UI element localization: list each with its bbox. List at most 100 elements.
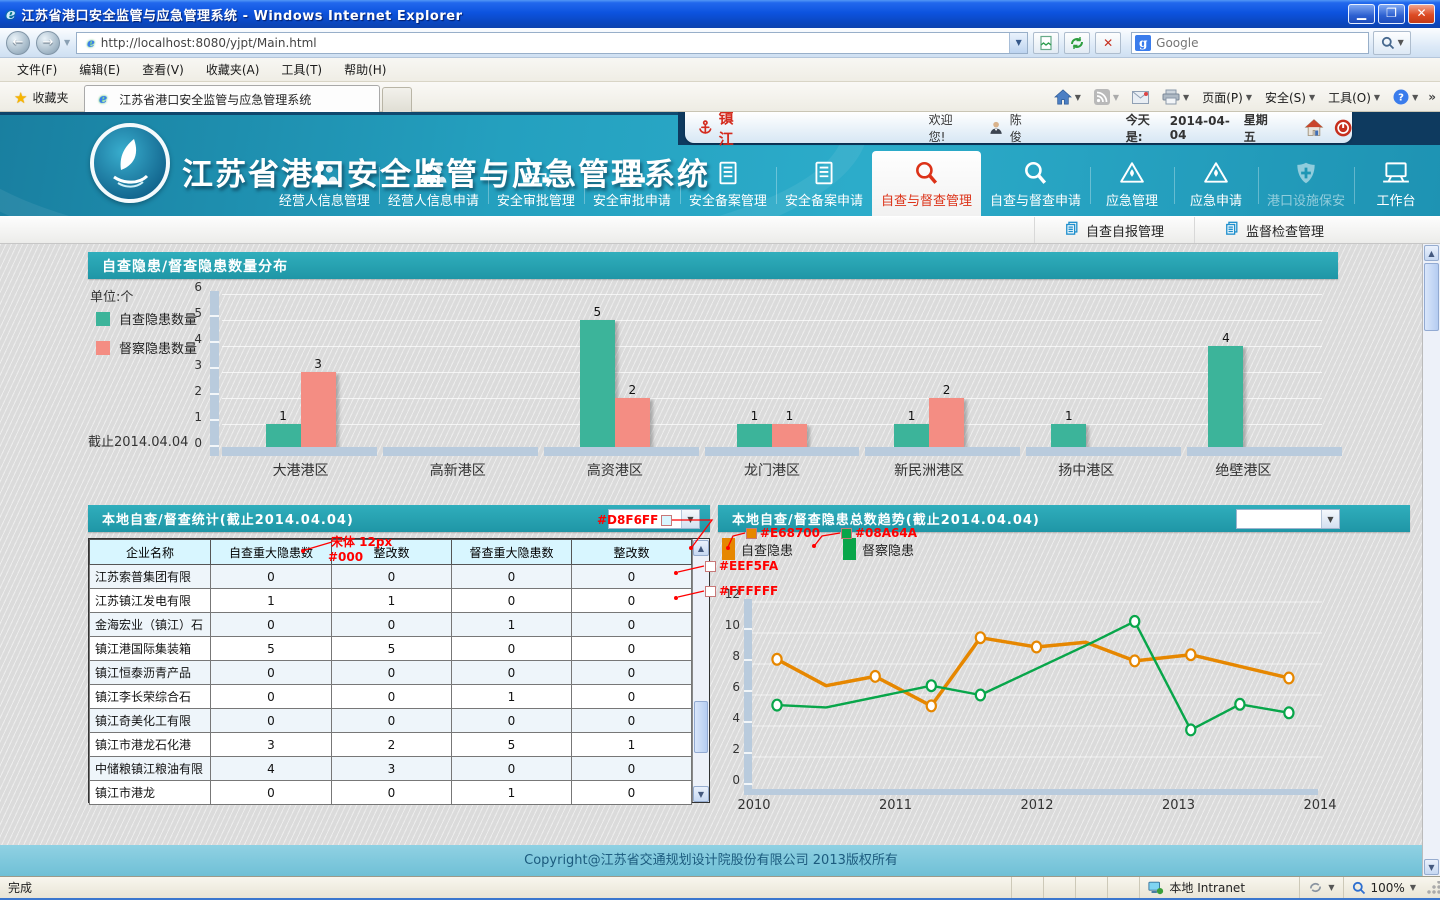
nav-item-3[interactable]: 安全审批管理 — [488, 155, 584, 216]
line-chart — [752, 599, 1322, 791]
minimize-button[interactable]: ▁ — [1348, 4, 1375, 24]
back-button[interactable]: ← — [6, 31, 30, 55]
nav-label: 港口设施保安 — [1267, 190, 1345, 209]
table-row[interactable]: 江苏镇江发电有限1100 — [90, 589, 692, 613]
table-filter-dropdown-icon[interactable]: ▼ — [681, 510, 699, 528]
value-cell: 1 — [211, 589, 332, 613]
help-button[interactable]: ? ▼ — [1390, 87, 1421, 107]
close-button[interactable]: ✕ — [1408, 4, 1435, 24]
bar-panel-title: 自查隐患/督查隐患数量分布 — [102, 256, 288, 276]
app-logo — [90, 123, 170, 203]
page-menu[interactable]: 页面(P)▼ — [1199, 87, 1255, 108]
status-bar: 完成 本地 Intranet ▼ 100% ▼ — [0, 876, 1440, 898]
bar-group: 1 — [1008, 294, 1165, 450]
search-dropdown-icon[interactable]: ▼ — [1398, 38, 1404, 47]
bar — [929, 398, 964, 450]
menu-item-2[interactable]: 编辑(E) — [68, 58, 131, 81]
browser-tab[interactable]: e 江苏省港口安全监管与应急管理系统 — [84, 85, 380, 112]
nav-item-1[interactable]: 经营人信息管理 — [270, 155, 379, 216]
table-row[interactable]: 镇江港国际集装箱5500 — [90, 637, 692, 661]
address-dropdown-button[interactable]: ▼ — [1009, 33, 1027, 53]
logout-icon[interactable] — [1334, 117, 1352, 139]
star-icon: ★ — [14, 89, 27, 107]
mail-button[interactable] — [1129, 89, 1152, 106]
home-button[interactable]: ▼ — [1051, 87, 1084, 107]
date-value: 2014-04-04 — [1170, 114, 1234, 142]
menu-bar: 文件(F)编辑(E)查看(V)收藏夹(A)工具(T)帮助(H) — [0, 58, 1440, 82]
menu-item-6[interactable]: 帮助(H) — [333, 58, 397, 81]
refresh-button[interactable] — [1064, 32, 1090, 54]
overflow-chevron-icon[interactable]: » — [1428, 90, 1436, 104]
protected-mode-button[interactable]: ▼ — [1299, 877, 1342, 898]
nav-item-7[interactable]: 自查与督查管理 — [872, 151, 981, 216]
design-annotation: #08A64A — [841, 526, 917, 540]
tools-menu[interactable]: 工具(O)▼ — [1325, 87, 1383, 108]
table-row[interactable]: 中储粮镇江粮油有限4300 — [90, 757, 692, 781]
compatibility-view-button[interactable] — [1033, 32, 1059, 54]
line-filter-select[interactable]: ▼ — [1236, 509, 1340, 529]
search-box[interactable]: g — [1131, 32, 1369, 54]
nav-item-4[interactable]: 安全审批申请 — [584, 155, 680, 216]
menu-item-5[interactable]: 工具(T) — [270, 58, 333, 81]
table-row[interactable]: 金海宏业（镇江）石0010 — [90, 613, 692, 637]
table-row[interactable]: 江苏索普集团有限0000 — [90, 565, 692, 589]
table-row[interactable]: 镇江奇美化工有限0000 — [90, 709, 692, 733]
value-cell: 0 — [332, 565, 452, 589]
submenu-item-1[interactable]: 自查自报管理 — [1034, 217, 1194, 243]
forward-button[interactable]: → — [36, 31, 60, 55]
bar-category-label: 高资港区 — [536, 460, 693, 480]
value-cell: 0 — [452, 589, 572, 613]
value-cell: 0 — [211, 565, 332, 589]
nav-label: 安全审批管理 — [497, 190, 575, 209]
nav-item-11[interactable]: 港口设施保安 — [1258, 155, 1354, 216]
search-input[interactable] — [1156, 36, 1368, 50]
page-scroll-down-icon[interactable]: ▼ — [1424, 859, 1439, 875]
line-filter-dropdown-icon[interactable]: ▼ — [1321, 510, 1339, 528]
menu-item-4[interactable]: 收藏夹(A) — [195, 58, 271, 81]
resize-grip[interactable] — [1426, 881, 1440, 895]
line-xtick: 2013 — [1158, 798, 1200, 813]
home-shortcut-icon[interactable] — [1304, 117, 1324, 139]
table-row[interactable]: 镇江李长荣综合石0010 — [90, 685, 692, 709]
title-bar: e 江苏省港口安全监管与应急管理系统 - Windows Internet Ex… — [0, 0, 1440, 28]
print-button[interactable]: ▼ — [1159, 87, 1192, 107]
address-input[interactable]: e http://localhost:8080/yjpt/Main.html ▼ — [76, 32, 1028, 54]
menu-item-1[interactable]: 文件(F) — [6, 58, 68, 81]
nav-item-2[interactable]: 经营人信息申请 — [379, 155, 488, 216]
table-scroll-down-icon[interactable]: ▼ — [693, 786, 709, 802]
favorites-button[interactable]: ★ 收藏夹 — [6, 86, 76, 109]
restore-button[interactable]: ❐ — [1378, 4, 1405, 24]
value-cell: 0 — [332, 781, 452, 805]
feeds-button[interactable]: ▼ — [1091, 87, 1122, 107]
history-dropdown-icon[interactable]: ▼ — [64, 38, 70, 47]
nav-label: 自查与督查申请 — [990, 190, 1081, 209]
search-button[interactable]: ▼ — [1373, 31, 1411, 55]
nav-item-12[interactable]: 工作台 — [1354, 155, 1438, 216]
stop-button[interactable]: ✕ — [1095, 32, 1121, 54]
menu-item-3[interactable]: 查看(V) — [131, 58, 195, 81]
table-row[interactable]: 镇江市港龙石化港3251 — [90, 733, 692, 757]
nav-label: 安全审批申请 — [593, 190, 671, 209]
nav-item-8[interactable]: 自查与督查申请 — [981, 155, 1090, 216]
zoom-control[interactable]: 100% ▼ — [1343, 877, 1424, 898]
page-scroll-thumb[interactable] — [1424, 263, 1439, 331]
page-scrollbar[interactable]: ▲ ▼ — [1422, 244, 1440, 876]
table-row[interactable]: 镇江市港龙0010 — [90, 781, 692, 805]
line-xtick: 2012 — [1016, 798, 1058, 813]
nav-item-9[interactable]: 应急管理 — [1090, 155, 1174, 216]
table-scroll-up-icon[interactable]: ▲ — [693, 540, 709, 556]
nav-item-10[interactable]: 应急申请 — [1174, 155, 1258, 216]
submenu-item-2[interactable]: 监督检查管理 — [1194, 217, 1354, 243]
zone-label: 本地 Intranet — [1169, 879, 1245, 896]
new-tab-stub[interactable] — [382, 87, 412, 112]
table-scrollbar[interactable]: ▲ ▼ — [692, 539, 709, 802]
nav-item-5[interactable]: 安全备案管理 — [680, 155, 776, 216]
shield-icon — [1291, 160, 1321, 186]
table-scroll-thumb[interactable] — [694, 701, 708, 753]
nav-item-6[interactable]: 安全备案申请 — [776, 155, 872, 216]
table-row[interactable]: 镇江恒泰沥青产品0000 — [90, 661, 692, 685]
line-ytick: 8 — [732, 650, 740, 663]
safety-menu[interactable]: 安全(S)▼ — [1262, 87, 1318, 108]
bar-group — [379, 294, 536, 450]
page-scroll-up-icon[interactable]: ▲ — [1424, 245, 1439, 261]
